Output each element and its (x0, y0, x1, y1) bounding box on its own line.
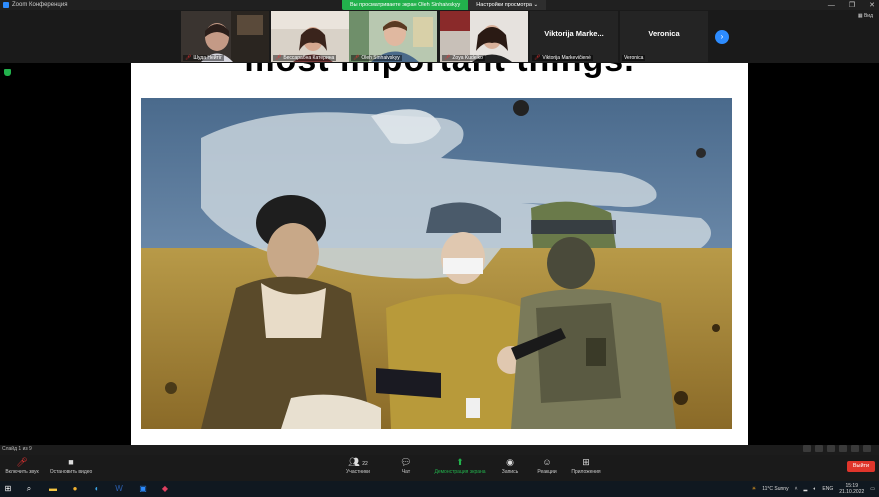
share-screen-icon: ⬆ (456, 457, 464, 467)
slide-title: most important things. (131, 63, 748, 80)
participant-display-name: Veronica (648, 29, 680, 38)
encryption-shield-icon[interactable] (4, 69, 11, 76)
participant-tile[interactable]: Veronica Veronica (620, 11, 708, 62)
muted-mic-icon: 🎤︎ (444, 55, 451, 61)
reaction-icon[interactable] (851, 445, 859, 452)
chrome-icon[interactable]: ● (70, 484, 80, 494)
title-bar: Zoom Конференция Вы просматриваете экран… (0, 0, 879, 10)
volume-icon[interactable]: 🔈︎ (813, 486, 816, 492)
view-settings-button[interactable]: Настройки просмотра ⌄ (468, 0, 547, 10)
people-icon: 👥︎ (348, 457, 360, 467)
slide-image (141, 98, 732, 429)
reaction-icon[interactable] (827, 445, 835, 452)
edge-icon[interactable]: ◐ (92, 484, 102, 494)
participant-tile[interactable]: 🎤︎ Шуда Нейтіг (181, 11, 269, 62)
reaction-icon[interactable] (839, 445, 847, 452)
stop-video-button[interactable]: ■ Остановить видео (46, 457, 96, 475)
system-tray: ☀ 11°C Sunny ˄ ▂ 🔈︎ ENG 15:19 21.10.2022… (752, 483, 875, 495)
maximize-icon[interactable]: ❐ (849, 1, 855, 9)
muted-mic-icon: 🎤︎ (353, 55, 360, 61)
view-button[interactable]: ▦ Вид (858, 13, 873, 19)
zoom-app-icon (3, 2, 9, 8)
shared-screen: most important things. (0, 63, 879, 445)
muted-mic-icon: 🎤︎ (534, 55, 541, 61)
leave-meeting-button[interactable]: Выйти (847, 461, 875, 472)
unmute-button[interactable]: 🎤︎ Включить звук (2, 457, 42, 475)
participant-strip: 🎤︎Шуда Нейтіг 🎤︎Бессарабна Катерина 🎤︎ (0, 10, 879, 63)
muted-mic-icon: 🎤︎ (275, 55, 282, 61)
reaction-icon[interactable] (863, 445, 871, 452)
share-banner-text: Вы просматриваете экран Oleh Sinhaivskyy (342, 0, 469, 10)
file-explorer-icon[interactable]: ▬ (48, 484, 58, 494)
participant-display-name: Viktorija Marke... (544, 29, 604, 38)
participant-tile[interactable]: 🎤︎ Бессарабна Катерина (271, 11, 359, 62)
app-taskbar-icon[interactable]: ◆ (160, 484, 170, 494)
network-icon[interactable]: ▂ (804, 486, 808, 492)
share-banner: Вы просматриваете экран Oleh Sinhaivskyy… (342, 0, 547, 10)
chevron-right-icon: › (720, 32, 724, 41)
apps-button[interactable]: ⊞ Приложения (566, 457, 606, 475)
participants-count: 22 (362, 461, 368, 467)
window-title: Zoom Конференция (12, 2, 68, 8)
windows-taskbar: ⊞ ⌕ ▬ ● ◐ W ▣ ◆ ☀ 11°C Sunny ˄ ▂ 🔈︎ ENG … (0, 481, 879, 497)
reaction-icon[interactable] (815, 445, 823, 452)
clock[interactable]: 15:19 21.10.2022 (839, 483, 864, 495)
reaction-icon[interactable] (803, 445, 811, 452)
notifications-icon[interactable]: ▭ (870, 486, 875, 492)
next-participants-button[interactable]: › (715, 30, 729, 44)
weather-text: 11°C Sunny (762, 486, 789, 492)
weather-sun-icon: ☀ (751, 486, 757, 492)
participant-tile[interactable]: 🎤︎ Zoya Kudelko (440, 11, 528, 62)
participant-name: Бессарабна Катерина (283, 55, 335, 61)
participant-name: Oleh Sinhaivskyy (361, 55, 400, 61)
zoom-window: Zoom Конференция Вы просматриваете экран… (0, 0, 879, 497)
participant-name: Viktorija Markevičienė (542, 55, 591, 61)
microphone-muted-icon: 🎤︎ (16, 457, 28, 467)
participant-name: Zoya Kudelko (452, 55, 483, 61)
slide-counter: Слайд 1 из 9 (2, 446, 32, 452)
search-icon[interactable]: ⌕ (24, 484, 34, 494)
reaction-shortcuts (803, 445, 871, 452)
participant-name: Veronica (624, 55, 644, 61)
minimize-icon[interactable]: — (828, 2, 835, 9)
smiley-icon: ☺ (542, 457, 552, 467)
muted-mic-icon: 🎤︎ (185, 55, 192, 61)
participant-name: Шуда Нейтіг (193, 55, 222, 61)
zoom-taskbar-icon[interactable]: ▣ (138, 484, 148, 494)
meeting-toolbar: 🎤︎ Включить звук ■ Остановить видео 👥︎ 2… (0, 455, 879, 481)
share-screen-button[interactable]: ⬆ Демонстрация экрана (430, 457, 490, 475)
window-controls: — ❐ ✕ (828, 0, 875, 10)
reactions-button[interactable]: ☺ Реакции (533, 457, 561, 475)
presentation-slide: most important things. (131, 63, 748, 445)
participant-tile[interactable]: Viktorija Marke... 🎤︎ Viktorija Markeviči… (530, 11, 618, 62)
record-button[interactable]: ◉ Запись (498, 457, 522, 475)
chat-button[interactable]: 💬︎ Чат (394, 457, 418, 475)
tray-overflow-icon[interactable]: ˄ (795, 486, 798, 492)
grid-icon: ▦ (857, 13, 863, 19)
close-icon[interactable]: ✕ (869, 1, 875, 9)
windows-start-icon[interactable]: ⊞ (3, 484, 13, 494)
participant-tile-active[interactable]: 🎤︎ Oleh Sinhaivskyy (349, 11, 437, 62)
participants-button[interactable]: 👥︎ 22 Участники (340, 457, 376, 475)
record-icon: ◉ (506, 457, 514, 467)
word-icon[interactable]: W (114, 484, 124, 494)
apps-icon: ⊞ (582, 457, 590, 467)
video-camera-icon: ■ (68, 457, 74, 467)
language-indicator[interactable]: ENG (822, 486, 833, 492)
chat-icon: 💬︎ (400, 457, 412, 467)
